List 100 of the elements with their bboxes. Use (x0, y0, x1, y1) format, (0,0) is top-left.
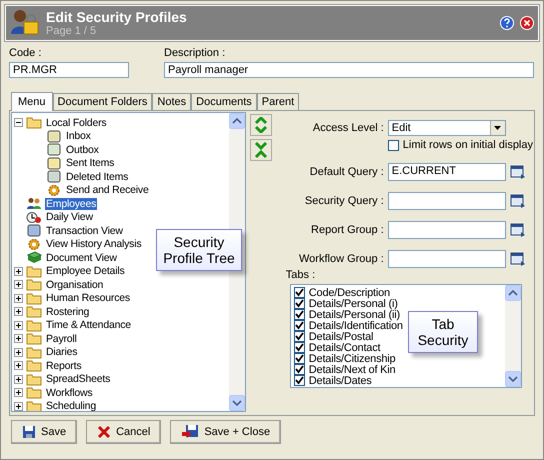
list-item: Details/Citizenship (308, 352, 396, 364)
tab[interactable]: Document Folders (52, 93, 152, 110)
field-label: Code : (9, 47, 42, 59)
tree-item[interactable]: Outbox (65, 144, 100, 156)
list-item: Details/Postal (308, 330, 374, 342)
expand-toggle[interactable] (14, 402, 23, 411)
access-level-dropdown[interactable]: Edit (388, 120, 506, 136)
checkbox[interactable] (294, 342, 305, 353)
page-indicator: Page 1 / 5 (46, 25, 98, 37)
tree-item[interactable]: Rostering (45, 306, 90, 318)
checkbox[interactable] (294, 375, 305, 386)
expand-toggle[interactable] (14, 388, 23, 398)
checkbox[interactable] (294, 353, 305, 364)
lookup-button[interactable] (510, 222, 526, 238)
scroll-down-button[interactable] (504, 371, 521, 387)
field-label: Tabs : (286, 269, 316, 281)
checkbox[interactable] (294, 320, 305, 331)
callout: Tab Security (408, 311, 478, 353)
scroll-down-button[interactable] (228, 395, 245, 411)
list-item: Code/Description (308, 286, 390, 298)
action-button[interactable]: Save + Close (170, 420, 282, 444)
list-item: Details/Contact (308, 342, 380, 354)
expand-toggle[interactable] (14, 280, 23, 290)
help-icon[interactable] (500, 16, 514, 30)
expand-toggle[interactable] (14, 307, 23, 316)
tree-item[interactable]: Document View (45, 252, 118, 264)
lookup-button[interactable] (510, 193, 526, 209)
list-item: Details/Personal (ii) (308, 308, 400, 320)
tree-item[interactable]: Organisation (45, 278, 104, 291)
scroll-up-button[interactable] (228, 113, 245, 129)
lookup-button[interactable] (510, 251, 526, 267)
expand-toggle[interactable] (14, 348, 23, 357)
action-button[interactable]: Cancel (86, 420, 162, 444)
folder-icon (26, 292, 42, 305)
checkbox[interactable] (388, 140, 399, 150)
tab[interactable]: Notes (152, 93, 192, 110)
description-field[interactable]: Payroll manager (164, 62, 534, 78)
tree-item[interactable]: Send and Receive (65, 184, 150, 196)
expand-toggle[interactable] (14, 334, 23, 344)
query-field[interactable] (388, 250, 506, 268)
tree-item[interactable]: Sent Items (65, 157, 116, 170)
query-field[interactable] (388, 192, 506, 210)
checkbox-label: Limit rows on initial display (402, 139, 533, 151)
query-field[interactable] (388, 221, 506, 239)
action-button[interactable]: Save (11, 420, 78, 444)
expand-toggle[interactable] (14, 361, 23, 370)
expand-toggle[interactable] (14, 320, 23, 330)
folder-icon (26, 332, 42, 346)
field-label: Security Query : (304, 195, 384, 207)
lookup-button[interactable] (510, 164, 526, 180)
folder-icon (26, 400, 42, 411)
tree-item[interactable]: Workflows (45, 386, 94, 399)
checkbox[interactable] (294, 287, 305, 298)
folder-icon (26, 116, 42, 130)
query-field[interactable]: E.CURRENT (388, 163, 506, 181)
collapse-all-button[interactable] (250, 139, 272, 161)
list-item: Details/Identification (308, 320, 403, 332)
tree-item[interactable]: Time & Attendance (45, 319, 132, 332)
list-item: Details/Dates (308, 374, 372, 386)
expand-toggle[interactable] (14, 294, 23, 303)
field-label: Description : (164, 47, 226, 59)
gear-icon (46, 184, 62, 197)
checkbox[interactable] (294, 298, 305, 309)
tree-item[interactable]: Employee Details (45, 265, 126, 278)
tree-item[interactable]: Payroll (45, 332, 78, 345)
checkbox[interactable] (294, 331, 305, 342)
tree-item[interactable]: Reports (45, 360, 82, 372)
expand-toggle[interactable] (14, 266, 23, 276)
folder-icon (26, 359, 42, 372)
tree-item[interactable]: Daily View (45, 211, 94, 224)
expand-toggle[interactable] (14, 374, 23, 384)
checkbox[interactable] (294, 309, 305, 320)
folder-icon (26, 386, 42, 400)
scrollbar[interactable] (504, 285, 521, 387)
tab[interactable]: Parent (256, 93, 300, 110)
checkbox[interactable] (294, 364, 305, 375)
field-label: Workflow Group : (298, 253, 384, 265)
tree-item[interactable]: Human Resources (45, 292, 131, 304)
tree-item[interactable]: Inbox (65, 130, 92, 142)
scroll-up-button[interactable] (504, 285, 521, 301)
field-label: Report Group : (310, 224, 384, 236)
floppy-disk-icon (181, 424, 200, 440)
folder-icon (26, 346, 42, 359)
tree-item[interactable]: Employees (45, 198, 98, 210)
folder-icon (26, 264, 42, 278)
list-item: Details/Next of Kin (308, 364, 396, 376)
tab[interactable]: Documents (191, 93, 257, 110)
expand-all-button[interactable] (250, 114, 272, 136)
tree-item[interactable]: Transaction View (45, 224, 124, 237)
collapse-toggle[interactable] (14, 118, 23, 128)
tree-item[interactable]: View History Analysis (45, 238, 142, 250)
tree-item[interactable]: SpreadSheets (45, 373, 112, 386)
folder-icon (26, 372, 42, 386)
window-title: Edit Security Profiles (46, 9, 188, 25)
tab[interactable]: Menu (11, 92, 53, 111)
code-field[interactable]: PR.MGR (9, 62, 129, 78)
close-icon[interactable] (520, 16, 534, 30)
tree-item[interactable]: Deleted Items (65, 170, 130, 183)
tree-item[interactable]: Diaries (45, 346, 78, 358)
tree-item[interactable]: Local Folders (45, 116, 108, 129)
